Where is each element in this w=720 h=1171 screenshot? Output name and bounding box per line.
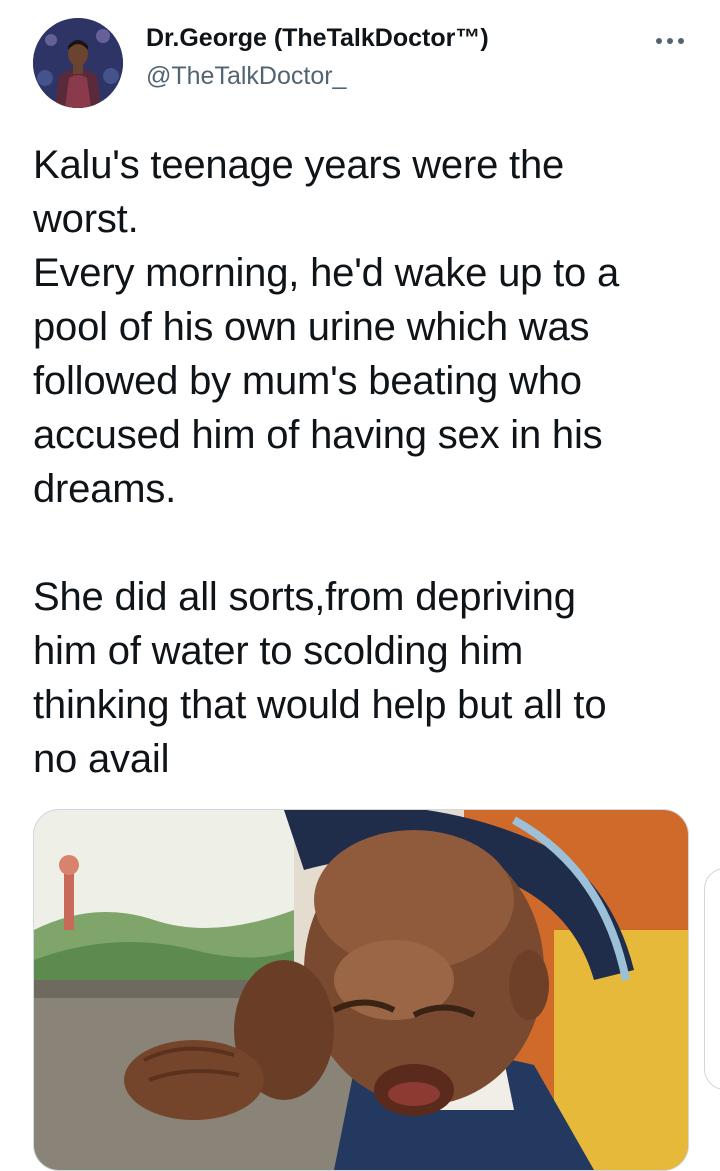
tweet-line: She did all sorts,from depriving	[33, 575, 576, 619]
tweet-media-image[interactable]	[33, 809, 689, 1171]
tweet-line: Kalu's teenage years were the	[33, 143, 565, 187]
tweet-card: Dr.George (TheTalkDoctor™) @TheTalkDocto…	[0, 0, 720, 1171]
tweet-line: him of water to scolding him	[33, 629, 524, 673]
more-horizontal-icon	[656, 38, 662, 44]
tweet-line: worst.	[33, 197, 139, 241]
tweet-line: Every morning, he'd wake up to a	[33, 251, 620, 295]
tweet-text: Kalu's teenage years were the worst. Eve…	[33, 138, 693, 786]
tweet-line: dreams.	[33, 467, 177, 511]
author-name[interactable]: Dr.George (TheTalkDoctor™)	[146, 24, 489, 53]
crying-child-photo	[34, 810, 688, 1170]
more-options-button[interactable]	[650, 24, 690, 58]
tweet-line: pool of his own urine which was	[33, 305, 590, 349]
tweet-line: accused him of having sex in his	[33, 413, 603, 457]
author-handle[interactable]: @TheTalkDoctor_	[146, 62, 346, 91]
more-horizontal-icon-dot	[667, 38, 673, 44]
tweet-line: thinking that would help but all to	[33, 683, 607, 727]
side-panel-edge[interactable]	[704, 868, 720, 1090]
avatar-image	[33, 18, 123, 108]
tweet-line: no avail	[33, 737, 170, 781]
more-horizontal-icon-dot	[678, 38, 684, 44]
tweet-line: followed by mum's beating who	[33, 359, 582, 403]
author-avatar[interactable]	[33, 18, 123, 108]
